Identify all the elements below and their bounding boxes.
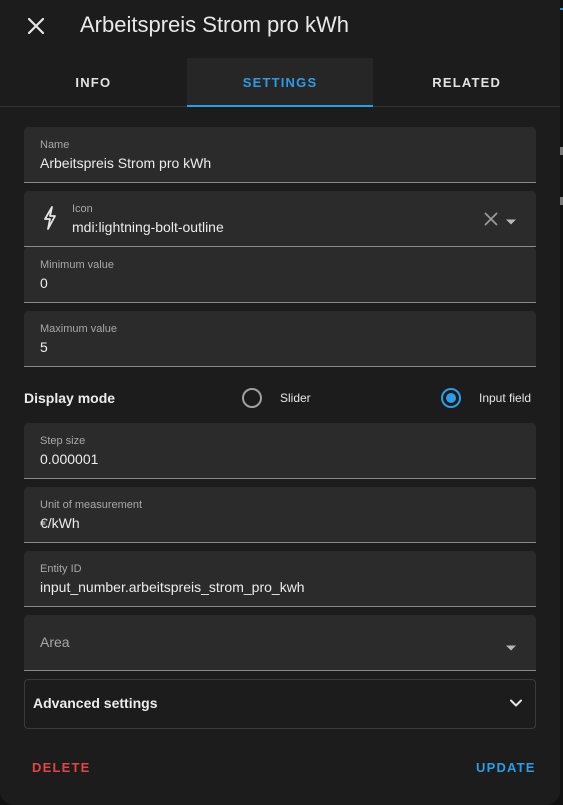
chevron-down-icon bbox=[509, 696, 523, 715]
dropdown-arrow-icon[interactable] bbox=[505, 213, 517, 231]
maximum-value-field[interactable]: Maximum value 5 bbox=[24, 311, 536, 367]
display-mode-label: Display mode bbox=[24, 390, 116, 406]
unit-of-measurement-label: Unit of measurement bbox=[40, 499, 143, 511]
entity-id-value: input_number.arbeitspreis_strom_pro_kwh bbox=[40, 579, 305, 595]
maximum-value-value: 5 bbox=[40, 339, 48, 355]
update-button[interactable]: UPDATE bbox=[476, 760, 536, 775]
name-field-label: Name bbox=[40, 139, 70, 151]
minimum-value-label: Minimum value bbox=[40, 259, 114, 271]
name-field-value: Arbeitspreis Strom pro kWh bbox=[40, 155, 212, 171]
entity-id-label: Entity ID bbox=[40, 563, 82, 575]
icon-picker-field[interactable]: Icon mdi:lightning-bolt-outline bbox=[24, 191, 536, 247]
minimum-value-field[interactable]: Minimum value 0 bbox=[24, 247, 536, 303]
slider-radio-label[interactable]: Slider bbox=[280, 391, 311, 405]
input-field-radio[interactable] bbox=[441, 388, 461, 408]
tab-bar: INFO SETTINGS RELATED bbox=[0, 58, 560, 107]
area-select[interactable]: Area bbox=[24, 615, 536, 671]
step-size-field[interactable]: Step size 0.000001 bbox=[24, 423, 536, 479]
step-size-label: Step size bbox=[40, 435, 86, 447]
step-size-value: 0.000001 bbox=[40, 451, 99, 467]
entity-id-field[interactable]: Entity ID input_number.arbeitspreis_stro… bbox=[24, 551, 536, 607]
tab-related[interactable]: RELATED bbox=[373, 58, 560, 106]
icon-field-label: Icon bbox=[72, 203, 93, 215]
icon-field-value: mdi:lightning-bolt-outline bbox=[72, 219, 224, 235]
area-placeholder: Area bbox=[40, 634, 70, 650]
clear-icon[interactable] bbox=[484, 212, 498, 231]
advanced-settings-label: Advanced settings bbox=[33, 695, 158, 711]
delete-button[interactable]: DELETE bbox=[32, 760, 90, 775]
dialog-title: Arbeitspreis Strom pro kWh bbox=[80, 12, 349, 37]
close-icon bbox=[27, 17, 45, 35]
unit-of-measurement-field[interactable]: Unit of measurement €/kWh bbox=[24, 487, 536, 543]
slider-radio[interactable] bbox=[242, 388, 262, 408]
unit-of-measurement-value: €/kWh bbox=[40, 515, 80, 531]
input-field-radio-label[interactable]: Input field bbox=[479, 391, 531, 405]
display-mode-group: Display mode Slider Input field bbox=[24, 384, 536, 414]
tab-settings[interactable]: SETTINGS bbox=[186, 58, 374, 107]
advanced-settings-expander[interactable]: Advanced settings bbox=[24, 679, 536, 729]
dropdown-arrow-icon[interactable] bbox=[505, 639, 517, 657]
name-field[interactable]: Name Arbeitspreis Strom pro kWh bbox=[24, 127, 536, 183]
lightning-bolt-outline-icon bbox=[42, 206, 58, 235]
minimum-value-value: 0 bbox=[40, 275, 48, 291]
tab-info[interactable]: INFO bbox=[0, 58, 187, 106]
dialog-header: Arbeitspreis Strom pro kWh bbox=[0, 0, 560, 58]
entity-settings-dialog: Arbeitspreis Strom pro kWh INFO SETTINGS… bbox=[0, 0, 560, 805]
close-button[interactable] bbox=[20, 10, 52, 42]
maximum-value-label: Maximum value bbox=[40, 323, 118, 335]
